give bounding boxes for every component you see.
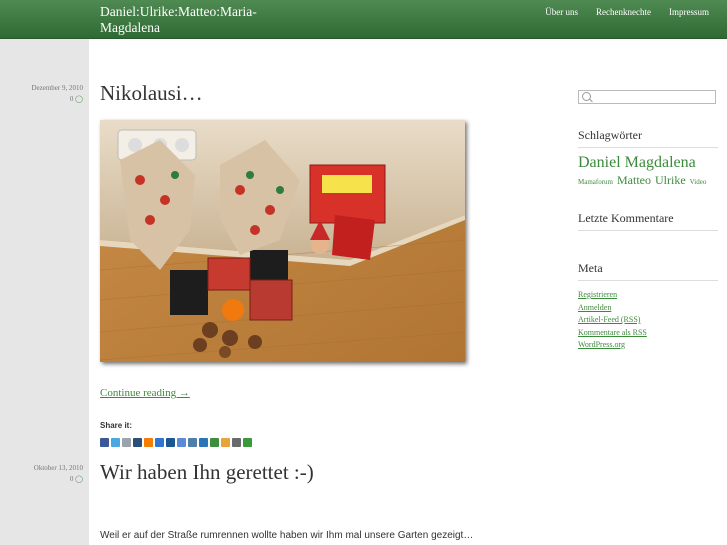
myspace-icon[interactable] (133, 438, 142, 447)
meta-links: Registrieren Anmelden Artikel-Feed (RSS)… (578, 289, 647, 352)
post-1-photo[interactable] (100, 120, 465, 362)
tag-video[interactable]: Video (690, 178, 707, 186)
tag-magdalena[interactable]: Magdalena (625, 154, 696, 171)
post-meta-column: Dezember 9, 2010 0 ◯ Oktober 13, 2010 0 … (0, 39, 89, 545)
post-1-title[interactable]: Nikolausi… (100, 81, 203, 106)
delicious-icon[interactable] (155, 438, 164, 447)
share-label: Share it: (100, 421, 133, 430)
twitter-icon[interactable] (111, 438, 120, 447)
post-1-meta: Dezember 9, 2010 0 ◯ (31, 84, 83, 103)
tag-cloud: Daniel Magdalena Mamaforum Matteo Ulrike… (578, 154, 723, 191)
share-icons (100, 438, 252, 447)
site-header: Daniel:Ulrike:Matteo:Maria-Magdalena Übe… (0, 0, 727, 39)
tag-daniel[interactable]: Daniel (578, 154, 621, 171)
print-icon[interactable] (232, 438, 241, 447)
nav-impressum[interactable]: Impressum (669, 7, 709, 17)
meta-link-kommentare-rss[interactable]: Kommentare als RSS (578, 327, 647, 340)
post-2-date: Oktober 13, 2010 (33, 464, 83, 472)
facebook-icon[interactable] (100, 438, 109, 447)
meta-link-artikel-feed[interactable]: Artikel-Feed (RSS) (578, 314, 647, 327)
blogger-icon[interactable] (144, 438, 153, 447)
nav-ueber-uns[interactable]: Über uns (545, 7, 578, 17)
meta-link-anmelden[interactable]: Anmelden (578, 302, 647, 315)
site-title[interactable]: Daniel:Ulrike:Matteo:Maria-Magdalena (100, 4, 270, 36)
search-icon (582, 92, 591, 101)
meta-widget-title: Meta (578, 261, 718, 281)
post-2-meta: Oktober 13, 2010 0 ◯ (34, 464, 83, 483)
search-box[interactable] (578, 90, 716, 104)
nikolaus-gifts-image (100, 120, 465, 362)
comments-widget-title: Letzte Kommentare (578, 211, 718, 231)
post-2-title[interactable]: Wir haben Ihn gerettet :-) (100, 460, 314, 485)
digg-icon[interactable] (166, 438, 175, 447)
post-1-date: Dezember 9, 2010 (31, 84, 83, 92)
linkedin-icon[interactable] (199, 438, 208, 447)
bookmark-icon[interactable] (221, 438, 230, 447)
google-buzz-icon[interactable] (188, 438, 197, 447)
main-nav: Über uns Rechenknechte Impressum (545, 7, 709, 17)
comment-bubble-icon[interactable]: ◯ (75, 475, 83, 483)
meta-link-registrieren[interactable]: Registrieren (578, 289, 647, 302)
post-2-excerpt: Weil er auf der Straße rumrennen wollte … (100, 530, 474, 541)
share-icon[interactable] (243, 438, 252, 447)
live-icon[interactable] (210, 438, 219, 447)
tag-mamaforum[interactable]: Mamaforum (578, 178, 613, 186)
tags-widget-title: Schlagwörter (578, 128, 718, 148)
nav-rechenknechte[interactable]: Rechenknechte (596, 7, 651, 17)
tag-matteo[interactable]: Matteo (617, 173, 651, 187)
google-icon[interactable] (177, 438, 186, 447)
email-icon[interactable] (122, 438, 131, 447)
meta-link-wordpress[interactable]: WordPress.org (578, 339, 647, 352)
tag-ulrike[interactable]: Ulrike (655, 173, 686, 187)
post-2-comment-count[interactable]: 0 (70, 475, 74, 483)
comment-bubble-icon[interactable]: ◯ (75, 95, 83, 103)
post-1-comment-count[interactable]: 0 (70, 95, 74, 103)
search-input[interactable] (593, 91, 713, 103)
continue-reading-link[interactable]: Continue reading → (100, 387, 190, 399)
